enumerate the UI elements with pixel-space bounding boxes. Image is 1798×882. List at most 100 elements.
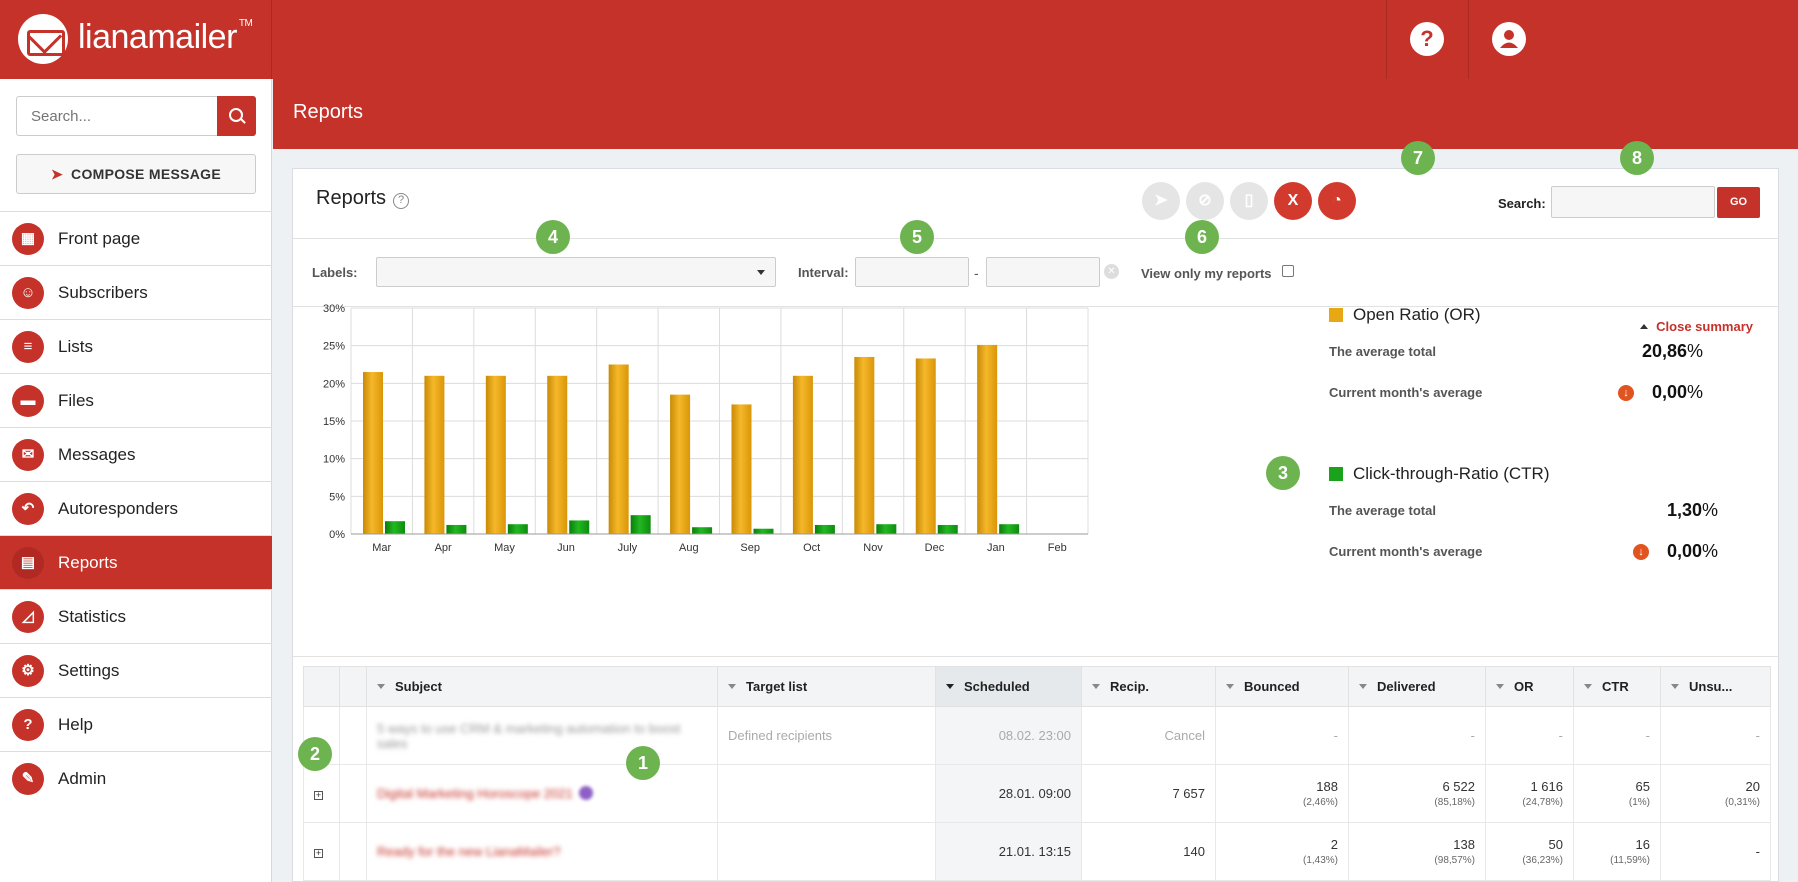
sidebar-item-help[interactable]: ? Help (0, 697, 272, 751)
sidebar-item-label: Lists (58, 337, 93, 356)
column-header-expand (303, 666, 340, 707)
scheduled-cell: 08.02. 23:00 (935, 706, 1082, 765)
column-header-bounced[interactable]: Bounced (1215, 666, 1349, 707)
table-row[interactable]: + Ready for the new LianaMailer? 21.01. 13… (303, 822, 1771, 881)
expand-plus-icon[interactable]: + (314, 849, 323, 858)
callout-marker: 7 (1401, 141, 1435, 175)
bar-ctr (446, 524, 467, 534)
scheduled-value: 28.01. 09:00 (998, 786, 1071, 801)
user-menu[interactable] (1468, 0, 1550, 79)
close-summary-link[interactable]: Close summary (1640, 319, 1753, 334)
sidebar-item-subscribers[interactable]: ☺ Subscribers (0, 265, 272, 319)
subject-link[interactable]: Ready for the new LianaMailer? (377, 844, 561, 859)
column-header-or[interactable]: OR (1485, 666, 1574, 707)
x-tick-label: Mar (372, 542, 391, 554)
or-current-month-value: 0,00% (1651, 382, 1703, 402)
unsub-cell: - (1660, 706, 1771, 765)
subject-link[interactable]: Digital Marketing Horoscope 2021 (377, 786, 573, 801)
x-tick-label: July (618, 542, 638, 554)
column-header-ctr[interactable]: CTR (1573, 666, 1661, 707)
question-icon[interactable]: ? (1410, 22, 1444, 56)
unsub-value: - (1755, 728, 1760, 743)
bar-open-ratio (363, 372, 383, 534)
ctr-current-month-label: Current month's average (1329, 544, 1483, 559)
page-title: Reports (293, 101, 364, 123)
divider (293, 656, 1778, 657)
or-percent: (36,23%) (1522, 855, 1563, 866)
reports-panel: Reports ? ➤ ⊘ ▯ X ◔ Search: GO Labels: Inter… (292, 168, 1779, 882)
sidebar-item-lists[interactable]: ≡ Lists (0, 319, 272, 373)
sidebar-item-files[interactable]: ▬ Files (0, 373, 272, 427)
column-header-label: Recip. (1110, 679, 1150, 694)
folder-icon: ▬ (12, 385, 44, 417)
column-header-scheduled[interactable]: Scheduled (935, 666, 1082, 707)
bounced-cell: 188 (2,46%) (1215, 764, 1349, 823)
delivered-value: 6 522 (1442, 779, 1475, 794)
callout-marker: 5 (900, 220, 934, 254)
logo[interactable]: lianamailer TM (0, 0, 272, 79)
page-header: Reports (273, 79, 1798, 149)
callout-marker: 3 (1266, 456, 1300, 490)
caret-up-icon (1640, 324, 1649, 329)
sidebar-item-settings[interactable]: ⚙ Settings (0, 643, 272, 697)
x-tick-label: Nov (863, 542, 883, 554)
bar-ctr (630, 515, 651, 534)
column-header-delivered[interactable]: Delivered (1348, 666, 1486, 707)
sort-icon (377, 684, 385, 689)
x-tick-label: Jun (557, 542, 575, 554)
expand-plus-icon[interactable]: + (314, 791, 323, 800)
report-search-input[interactable] (1551, 186, 1715, 218)
sidebar-item-reports[interactable]: ▤ Reports (0, 535, 272, 589)
select-cell (339, 822, 367, 881)
sidebar-item-label: Admin (58, 769, 107, 788)
bounced-cell: - (1215, 706, 1349, 765)
sidebar-item-label: Help (58, 715, 93, 734)
sidebar-item-messages[interactable]: ✉ Messages (0, 427, 272, 481)
sort-icon (728, 684, 736, 689)
user-icon[interactable] (1492, 22, 1526, 56)
delivered-percent: (98,57%) (1434, 855, 1475, 866)
column-header-label: Target list (746, 679, 808, 694)
sidebar-item-admin[interactable]: ✎ Admin (0, 751, 272, 805)
or-legend-title: Open Ratio (OR) (1353, 305, 1481, 324)
column-header-recipients[interactable]: Recip. (1081, 666, 1216, 707)
column-header-label: Bounced (1244, 679, 1300, 694)
y-tick-label: 5% (329, 491, 345, 503)
table-row[interactable]: + Digital Marketing Horoscope 2021 28.01. … (303, 764, 1771, 823)
search-icon[interactable] (217, 96, 256, 136)
subject-link[interactable]: 5 ways to use CRM & marketing automation… (377, 721, 680, 751)
unsub-cell: 20 (0,31%) (1660, 764, 1771, 823)
sidebar-item-statistics[interactable]: ◿ Statistics (0, 589, 272, 643)
go-button[interactable]: GO (1717, 187, 1760, 218)
compose-message-button[interactable]: ➤ COMPOSE MESSAGE (16, 154, 256, 194)
column-header-subject[interactable]: Subject (366, 666, 718, 707)
sort-icon (1584, 684, 1592, 689)
target-list-cell (717, 822, 936, 881)
column-header-unsubscribed[interactable]: Unsu... (1660, 666, 1771, 707)
sidebar-item-label: Messages (58, 445, 136, 464)
document-icon: ▤ (12, 547, 44, 579)
sidebar-item-front-page[interactable]: ▦ Front page (0, 211, 272, 265)
delivered-value: - (1470, 728, 1475, 743)
table-row[interactable]: 5 ways to use CRM & marketing automation… (303, 706, 1771, 765)
sidebar-search-input[interactable] (16, 96, 218, 136)
ctr-value: 16 (1635, 837, 1650, 852)
bounced-value: 188 (1316, 779, 1338, 794)
x-tick-label: Jan (987, 542, 1005, 554)
paper-plane-icon: ➤ (51, 166, 64, 182)
or-current-month-label: Current month's average (1329, 385, 1483, 400)
delivered-cell: 138 (98,57%) (1348, 822, 1486, 881)
recipients-cell: Cancel (1081, 706, 1216, 765)
sidebar-item-label: Statistics (58, 607, 127, 626)
help-menu[interactable]: ? (1386, 0, 1468, 79)
column-header-target-list[interactable]: Target list (717, 666, 936, 707)
sidebar-item-autoresponders[interactable]: ↶ Autoresponders (0, 481, 272, 535)
sort-icon (1092, 684, 1100, 689)
bar-open-ratio (485, 375, 506, 534)
bar-open-ratio (424, 375, 445, 534)
delivered-percent: (85,18%) (1434, 797, 1475, 808)
column-header-label: Delivered (1377, 679, 1436, 694)
column-header-label: OR (1514, 679, 1534, 694)
delivered-cell: - (1348, 706, 1486, 765)
ctr-percent: (1%) (1628, 797, 1650, 808)
